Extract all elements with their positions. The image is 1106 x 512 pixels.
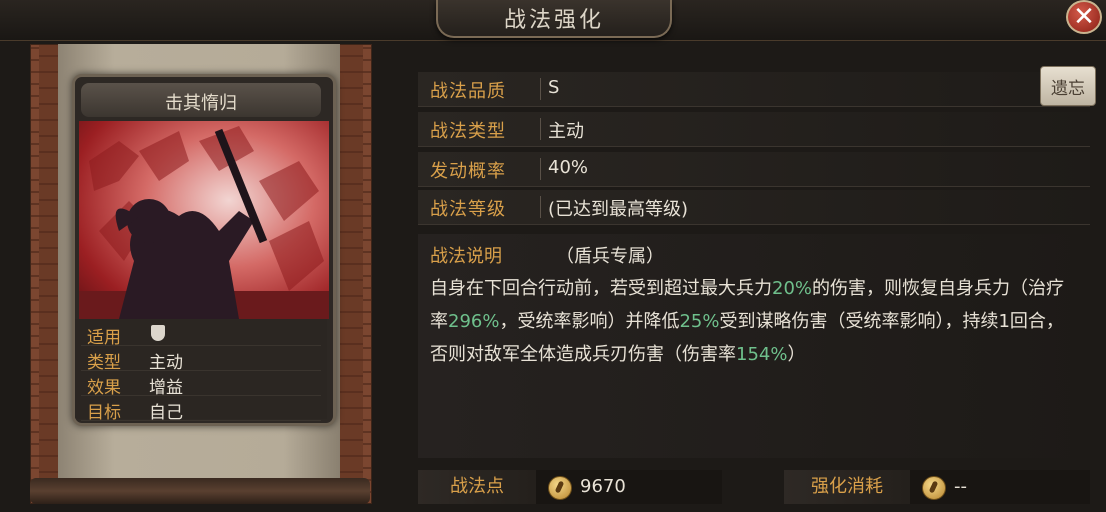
close-button[interactable]: ✕ bbox=[1066, 0, 1102, 34]
type-value: 主动 bbox=[548, 121, 584, 142]
desc-highlight: 154% bbox=[736, 344, 788, 365]
tactic-points-value: 9670 bbox=[580, 476, 626, 497]
quality-label: 战法品质 bbox=[430, 81, 506, 102]
window-title-plate: 战法强化 bbox=[436, 0, 672, 38]
close-icon: ✕ bbox=[1073, 2, 1095, 32]
divider bbox=[540, 78, 541, 100]
stat-row-applicable: 适用 bbox=[81, 321, 321, 348]
tactic-card: 击其惰归 适用 类型 主动 效果 增益 目标 自己 bbox=[72, 74, 336, 426]
tactic-point-coin-icon bbox=[548, 476, 572, 500]
upgrade-cost-bar: 强化消耗 -- bbox=[784, 470, 1090, 504]
desc-highlight: 20% bbox=[772, 278, 813, 299]
stat-label: 类型 bbox=[87, 353, 121, 373]
shield-icon bbox=[151, 325, 165, 341]
window-title: 战法强化 bbox=[503, 8, 604, 33]
level-value: (已达到最高等级) bbox=[548, 199, 689, 220]
stat-value: 增益 bbox=[149, 378, 183, 398]
chance-label: 发动概率 bbox=[430, 161, 506, 182]
tactic-points-bar: 战法点 9670 bbox=[418, 470, 722, 504]
stat-label: 效果 bbox=[87, 378, 121, 398]
desc-highlight: 25% bbox=[679, 311, 720, 332]
stat-label: 适用 bbox=[87, 328, 121, 348]
type-label: 战法类型 bbox=[430, 121, 506, 142]
description-box: 战法说明 （盾兵专属） 自身在下回合行动前，若受到超过最大兵力20%的伤害，则恢… bbox=[418, 234, 1090, 458]
chance-value: 40% bbox=[548, 157, 589, 178]
tactic-point-coin-icon bbox=[922, 476, 946, 500]
tactic-points-label: 战法点 bbox=[418, 470, 536, 504]
info-row-level: 战法等级 (已达到最高等级) bbox=[418, 190, 1090, 225]
desc-segment: ，受统率影响）并降低 bbox=[499, 311, 680, 332]
desc-segment: 自身在下回合行动前，若受到超过最大兵力 bbox=[430, 278, 772, 299]
upgrade-cost-label: 强化消耗 bbox=[784, 470, 910, 504]
scroll-roller bbox=[30, 478, 370, 504]
card-title-bar: 击其惰归 bbox=[81, 83, 321, 117]
desc-highlight: 296% bbox=[448, 311, 500, 332]
description-tag: （盾兵专属） bbox=[556, 246, 664, 267]
upgrade-cost-value: -- bbox=[954, 476, 967, 497]
card-stats: 适用 类型 主动 效果 增益 目标 自己 bbox=[75, 319, 327, 423]
stat-row-type: 类型 主动 bbox=[81, 346, 321, 373]
info-row-quality: 战法品质 S bbox=[418, 72, 1090, 107]
card-title: 击其惰归 bbox=[165, 93, 237, 114]
stat-row-target: 目标 自己 bbox=[81, 396, 321, 423]
info-row-type: 战法类型 主动 bbox=[418, 112, 1090, 147]
stat-value: 自己 bbox=[149, 403, 183, 423]
desc-segment: ） bbox=[787, 344, 806, 365]
quality-value: S bbox=[548, 77, 560, 98]
stat-row-effect: 效果 增益 bbox=[81, 371, 321, 398]
divider bbox=[540, 118, 541, 140]
description-heading: 战法说明 bbox=[430, 246, 502, 267]
info-row-chance: 发动概率 40% bbox=[418, 152, 1090, 187]
stat-label: 目标 bbox=[87, 403, 121, 423]
warrior-silhouette-image bbox=[79, 126, 329, 319]
description-text: 自身在下回合行动前，若受到超过最大兵力20%的伤害，则恢复自身兵力（治疗率296… bbox=[430, 272, 1080, 371]
card-artwork bbox=[79, 121, 329, 319]
divider bbox=[540, 158, 541, 180]
stat-value: 主动 bbox=[149, 353, 183, 373]
level-label: 战法等级 bbox=[430, 199, 506, 220]
forget-button[interactable]: 遗忘 bbox=[1040, 66, 1096, 106]
divider bbox=[540, 196, 541, 218]
